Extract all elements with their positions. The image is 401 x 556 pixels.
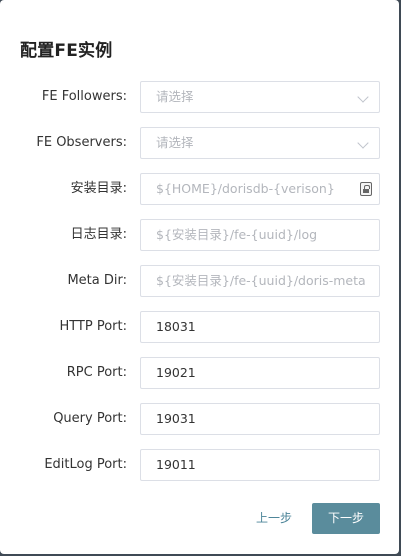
install-dir-label: 安装目录:	[70, 181, 127, 196]
query-port-label: Query Port:	[53, 411, 127, 426]
chevron-down-icon[interactable]	[357, 91, 369, 103]
editlog-port-value: 19011	[156, 457, 196, 472]
log-dir-placeholder: ${安装目录}/fe-{uuid}/log	[156, 227, 318, 242]
fe-observers-placeholder: 请选择	[156, 135, 194, 150]
http-port-label: HTTP Port:	[59, 319, 127, 334]
http-port-input[interactable]: 18031	[140, 311, 380, 343]
rpc-port-input[interactable]: 19021	[140, 357, 380, 389]
install-dir-placeholder: ${HOME}/dorisdb-{verison}	[156, 181, 335, 196]
query-port-value: 19031	[156, 411, 196, 426]
form-row-fe-observers: FE Observers: 请选择	[0, 127, 399, 159]
log-dir-input[interactable]: ${安装目录}/fe-{uuid}/log	[140, 219, 380, 251]
rpc-port-value: 19021	[156, 365, 196, 380]
form-row-fe-followers: FE Followers: 请选择	[0, 81, 399, 113]
lock-icon[interactable]	[360, 182, 372, 196]
form-row-http-port: HTTP Port: 18031	[0, 311, 399, 343]
fe-followers-label: FE Followers:	[41, 89, 127, 104]
meta-dir-placeholder: ${安装目录}/fe-{uuid}/doris-meta	[156, 273, 366, 288]
form-row-rpc-port: RPC Port: 19021	[0, 357, 399, 389]
next-step-button[interactable]: 下一步	[312, 503, 380, 534]
log-dir-label: 日志目录:	[70, 227, 127, 242]
fe-observers-select[interactable]: 请选择	[140, 127, 380, 159]
fe-followers-select[interactable]: 请选择	[140, 81, 380, 113]
chevron-down-icon[interactable]	[357, 137, 369, 149]
fe-observers-label: FE Observers:	[36, 135, 127, 150]
editlog-port-input[interactable]: 19011	[140, 449, 380, 481]
form-row-editlog-port: EditLog Port: 19011	[0, 449, 399, 481]
form-row-meta-dir: Meta Dir: ${安装目录}/fe-{uuid}/doris-meta	[0, 265, 399, 297]
prev-step-button[interactable]: 上一步	[247, 503, 301, 533]
http-port-value: 18031	[156, 319, 196, 334]
rpc-port-label: RPC Port:	[66, 365, 127, 380]
form-row-install-dir: 安装目录: ${HOME}/dorisdb-{verison}	[0, 173, 399, 205]
query-port-input[interactable]: 19031	[140, 403, 380, 435]
form-row-query-port: Query Port: 19031	[0, 403, 399, 435]
meta-dir-label: Meta Dir:	[67, 273, 127, 288]
fe-followers-placeholder: 请选择	[156, 89, 194, 104]
form-row-log-dir: 日志目录: ${安装目录}/fe-{uuid}/log	[0, 219, 399, 251]
fe-instance-dialog: 配置FE实例 FE Followers: 请选择 FE Observers: 请…	[0, 0, 399, 554]
meta-dir-input[interactable]: ${安装目录}/fe-{uuid}/doris-meta	[140, 265, 380, 297]
dialog-title: 配置FE实例	[20, 41, 113, 61]
editlog-port-label: EditLog Port:	[44, 457, 127, 472]
install-dir-input[interactable]: ${HOME}/dorisdb-{verison}	[140, 173, 380, 205]
